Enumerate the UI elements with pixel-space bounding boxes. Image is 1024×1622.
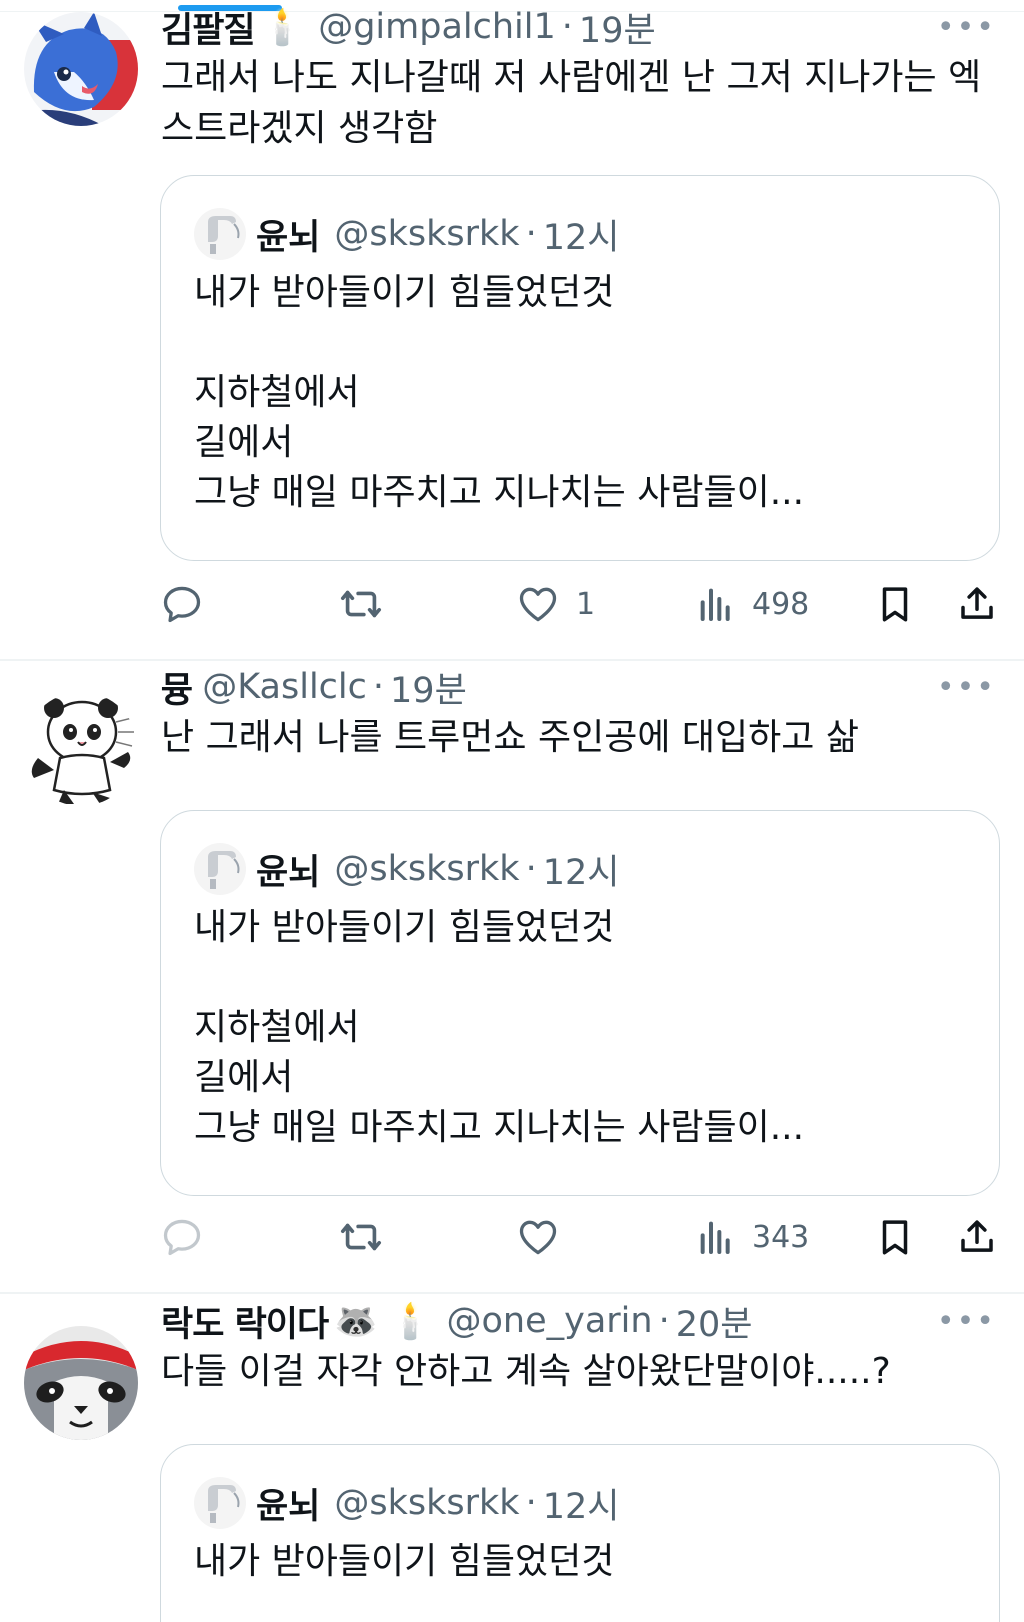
quote-text: 내가 받아들이기 힘들었던것 지하철에서 길에서 그냥 매일 마주치고 지나치는… — [194, 272, 805, 513]
quote-text: 내가 받아들이기 힘들었던것 — [194, 1541, 615, 1582]
views-button[interactable]: 343 — [696, 1207, 809, 1267]
quote-header: 윤뇌 @sksksrkk · 12시 — [194, 841, 619, 897]
share-button[interactable] — [956, 1207, 998, 1267]
bookmark-icon — [882, 1220, 908, 1255]
separator: · — [525, 849, 537, 889]
separator: · — [561, 7, 573, 47]
tweet-header: 락도 락이다 🦝 🕯️ @one_yarin · 20분 — [161, 1296, 752, 1346]
more-icon[interactable]: ••• — [937, 1304, 996, 1339]
views-button[interactable]: 498 — [696, 574, 809, 634]
quote-timestamp: 12시 — [542, 1486, 620, 1527]
quote-tweet[interactable]: 윤뇌 @sksksrkk · 12시 내가 받아들이기 힘들었던것 지하철에서 … — [160, 175, 1000, 561]
quote-avatar — [194, 1477, 246, 1529]
avatar[interactable] — [24, 1326, 138, 1440]
tweet-divider — [0, 659, 1024, 661]
retweet-button[interactable] — [338, 574, 384, 634]
reply-icon — [163, 1219, 201, 1256]
share-icon — [961, 1220, 993, 1252]
tweet-divider — [0, 1292, 1024, 1294]
timestamp[interactable]: 19분 — [579, 2, 656, 53]
views-icon — [700, 588, 730, 621]
separator: · — [525, 1483, 537, 1523]
reply-button[interactable] — [160, 574, 204, 634]
candle-emoji: 🕯️ — [260, 7, 305, 48]
quote-timestamp: 12시 — [542, 217, 620, 258]
bookmark-button[interactable] — [874, 574, 916, 634]
share-button[interactable] — [956, 574, 998, 634]
author-handle[interactable]: @one_yarin — [446, 1301, 652, 1341]
more-icon[interactable]: ••• — [937, 10, 996, 45]
avatar[interactable] — [24, 12, 138, 126]
quote-author-name[interactable]: 윤뇌 — [256, 1478, 320, 1529]
separator: · — [525, 214, 537, 254]
quote-avatar — [194, 843, 246, 895]
reply-icon — [163, 586, 201, 623]
avatar-image-raccoon-headband — [24, 1326, 138, 1440]
author-handle[interactable]: @Kasllclc — [202, 667, 367, 707]
timestamp[interactable]: 19분 — [390, 662, 467, 713]
faucet-avatar-image — [194, 843, 246, 895]
tweet-header: 뮹 @Kasllclc · 19분 — [161, 662, 467, 712]
bookmark-icon — [882, 587, 908, 622]
quote-avatar — [194, 208, 246, 260]
quote-author-handle[interactable]: @sksksrkk — [334, 1483, 519, 1523]
quote-author-handle[interactable]: @sksksrkk — [334, 214, 519, 254]
bookmark-button[interactable] — [874, 1207, 916, 1267]
raccoon-candle-emoji: 🦝 🕯️ — [334, 1301, 433, 1342]
avatar-image-panda-character — [24, 692, 138, 806]
quote-tweet[interactable]: 윤뇌 @sksksrkk · 12시 내가 받아들이기 힘들었던것 지하철에서 … — [160, 810, 1000, 1196]
author-name[interactable]: 김팔질 — [161, 2, 256, 53]
faucet-avatar-image — [194, 208, 246, 260]
avatar-image-blue-character — [24, 12, 138, 126]
view-count: 498 — [752, 586, 810, 622]
views-icon — [700, 1221, 730, 1254]
timestamp[interactable]: 20분 — [676, 1296, 753, 1347]
more-icon[interactable]: ••• — [937, 670, 996, 705]
action-bar: 1 498 — [160, 574, 1005, 634]
separator: · — [658, 1301, 670, 1341]
like-button[interactable] — [516, 1207, 576, 1267]
quote-tweet[interactable]: 윤뇌 @sksksrkk · 12시 내가 받아들이기 힘들었던것 — [160, 1444, 1000, 1622]
retweet-icon — [340, 1223, 382, 1251]
quote-header: 윤뇌 @sksksrkk · 12시 — [194, 206, 619, 262]
retweet-button[interactable] — [338, 1207, 384, 1267]
author-name[interactable]: 뮹 — [161, 662, 193, 713]
tweet-text: 다들 이걸 자각 안하고 계속 살아왔단말이야.....? — [161, 1351, 891, 1392]
tweet-header: 김팔질 🕯️ @gimpalchil1 · 19분 — [161, 2, 656, 52]
retweet-icon — [340, 590, 382, 618]
timeline-feed: 김팔질 🕯️ @gimpalchil1 · 19분 ••• 그래서 나도 지나갈… — [0, 0, 1024, 1622]
quote-author-name[interactable]: 윤뇌 — [256, 844, 320, 895]
reply-button[interactable] — [160, 1207, 204, 1267]
action-bar: 343 — [160, 1207, 1005, 1267]
quote-header: 윤뇌 @sksksrkk · 12시 — [194, 1475, 619, 1531]
heart-icon — [519, 1220, 557, 1255]
heart-icon — [519, 587, 557, 622]
quote-author-name[interactable]: 윤뇌 — [256, 209, 320, 260]
view-count: 343 — [752, 1219, 810, 1255]
tweet-text: 그래서 나도 지나갈때 저 사람에겐 난 그저 지나가는 엑 스트라겠지 생각함 — [161, 57, 982, 149]
avatar[interactable] — [24, 692, 138, 806]
quote-author-handle[interactable]: @sksksrkk — [334, 849, 519, 889]
separator: · — [372, 667, 385, 707]
author-handle[interactable]: @gimpalchil1 — [318, 7, 556, 47]
faucet-avatar-image — [194, 1477, 246, 1529]
tweet-text: 난 그래서 나를 트루먼쇼 주인공에 대입하고 삶 — [161, 717, 859, 758]
quote-text: 내가 받아들이기 힘들었던것 지하철에서 길에서 그냥 매일 마주치고 지나치는… — [194, 907, 805, 1148]
like-count: 1 — [576, 586, 596, 622]
quote-timestamp: 12시 — [542, 852, 620, 893]
author-name[interactable]: 락도 락이다 — [161, 1296, 329, 1347]
share-icon — [961, 587, 993, 619]
like-button[interactable]: 1 — [516, 574, 595, 634]
